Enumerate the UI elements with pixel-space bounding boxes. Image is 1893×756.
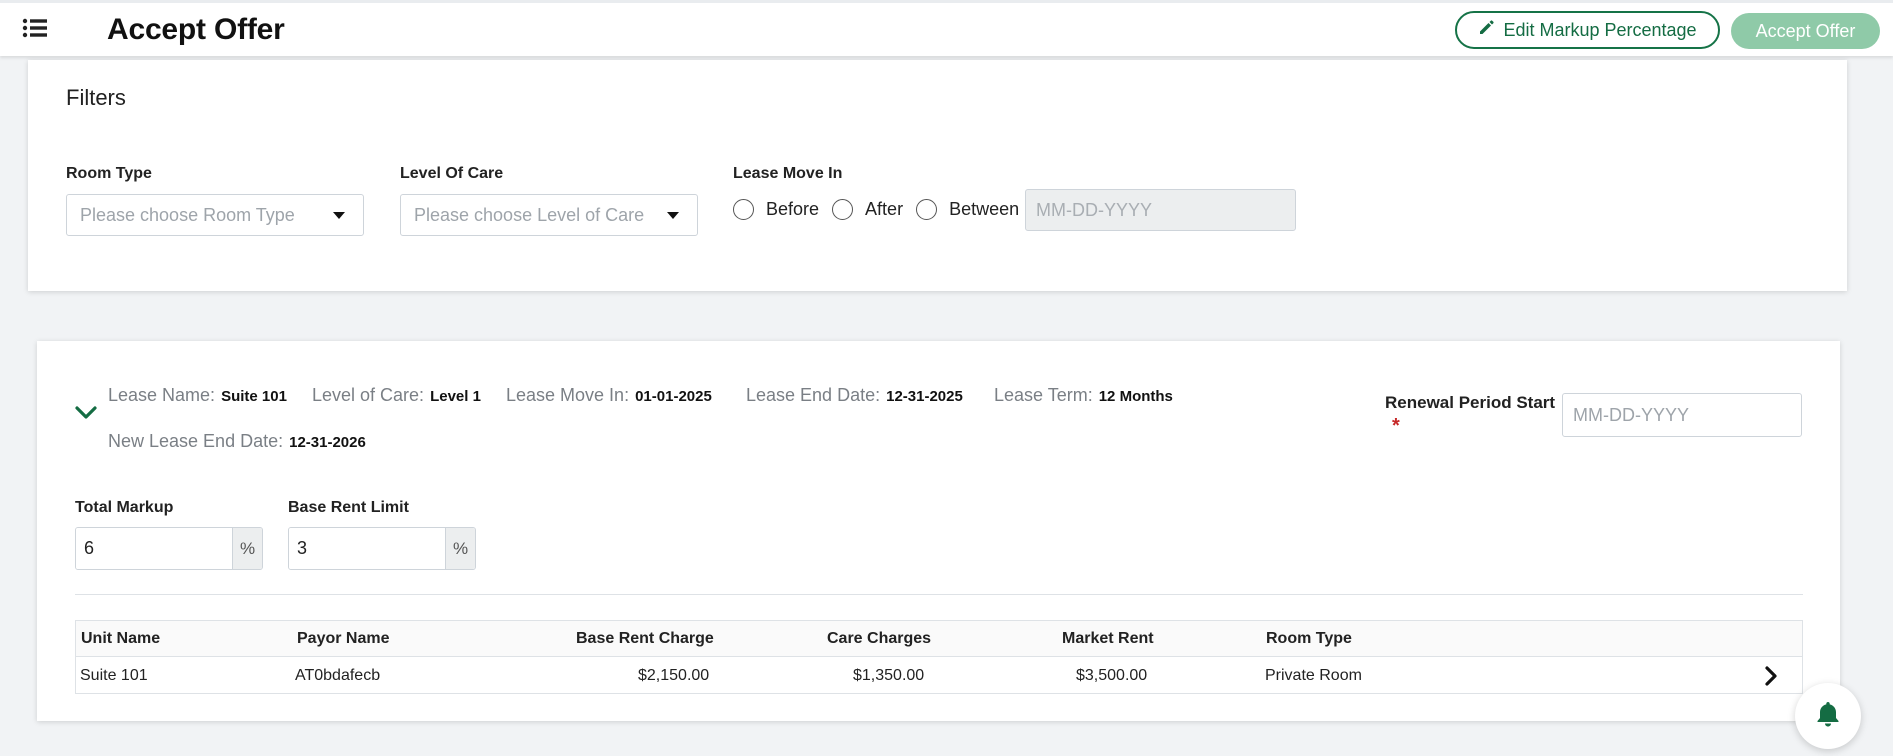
caret-down-icon	[667, 212, 679, 219]
divider	[75, 594, 1803, 595]
room-type-label: Room Type	[66, 165, 152, 182]
list-icon[interactable]	[22, 17, 48, 39]
base-rent-limit-label: Base Rent Limit	[288, 499, 409, 516]
required-mark: *	[1392, 415, 1400, 437]
lease-move-in-label: Lease Move In	[733, 165, 843, 182]
col-base-rent-charge: Base Rent Charge	[576, 630, 714, 647]
filters-panel: Filters Room Type Please choose Room Typ…	[28, 60, 1847, 291]
lease-name-field: Lease Name: Suite 101	[108, 385, 287, 405]
lease-term-field: Lease Term: 12 Months	[994, 385, 1173, 405]
level-of-care-field: Level of Care: Level 1	[312, 385, 481, 405]
lease-end-date-field: Lease End Date: 12-31-2025	[746, 385, 963, 405]
renewal-period-start-placeholder: MM-DD-YYYY	[1573, 404, 1689, 425]
lease-move-in-field: Lease Move In: 01-01-2025	[506, 385, 712, 405]
radio-before-label: Before	[766, 199, 820, 219]
percent-addon: %	[232, 528, 262, 569]
level-of-care-placeholder: Please choose Level of Care	[414, 204, 645, 225]
radio-between-label: Between	[949, 199, 1020, 219]
room-type-select[interactable]: Please choose Room Type	[66, 194, 364, 236]
cell-payor-name: AT0bdafecb	[295, 667, 381, 684]
cell-unit-name: Suite 101	[80, 667, 148, 684]
col-room-type: Room Type	[1266, 630, 1352, 647]
room-type-placeholder: Please choose Room Type	[80, 204, 295, 225]
edit-markup-label: Edit Markup Percentage	[1503, 19, 1697, 40]
page-title: Accept Offer	[107, 13, 285, 46]
move-in-date-input[interactable]: MM-DD-YYYY	[1025, 189, 1296, 231]
col-market-rent: Market Rent	[1062, 630, 1154, 647]
caret-down-icon	[333, 212, 345, 219]
table-row[interactable]: Suite 101 AT0bdafecb $2,150.00 $1,350.00…	[76, 657, 1802, 694]
radio-after[interactable]	[832, 199, 854, 220]
lease-card: Lease Name: Suite 101 Level of Care: Lev…	[37, 341, 1840, 721]
move-in-date-placeholder: MM-DD-YYYY	[1036, 199, 1152, 220]
cell-market-rent: $3,500.00	[1076, 667, 1148, 684]
total-markup-input[interactable]: 6 %	[75, 527, 263, 570]
col-unit-name: Unit Name	[81, 630, 161, 647]
notifications-button[interactable]	[1795, 683, 1861, 749]
radio-before[interactable]	[733, 199, 754, 220]
total-markup-label: Total Markup	[75, 499, 174, 516]
radio-between[interactable]	[916, 199, 938, 220]
level-of-care-label: Level Of Care	[400, 165, 504, 182]
cell-base-rent-charge: $2,150.00	[638, 667, 710, 684]
radio-after-label: After	[865, 199, 904, 219]
top-bar: Accept Offer Edit Markup Percentage Acce…	[0, 0, 1893, 56]
table-header: Unit Name Payor Name Base Rent Charge Ca…	[76, 621, 1802, 657]
new-lease-end-date-field: New Lease End Date: 12-31-2026	[108, 431, 366, 451]
percent-addon: %	[445, 528, 475, 569]
chevron-down-icon[interactable]	[75, 405, 97, 421]
lease-units-table: Unit Name Payor Name Base Rent Charge Ca…	[75, 620, 1803, 694]
level-of-care-select[interactable]: Please choose Level of Care	[400, 194, 698, 236]
lease-move-in-options: Before After Between	[733, 199, 1032, 220]
cell-care-charges: $1,350.00	[853, 667, 925, 684]
filters-title: Filters	[66, 85, 126, 110]
col-care-charges: Care Charges	[827, 630, 932, 647]
col-payor-name: Payor Name	[297, 630, 390, 647]
renewal-period-start-input[interactable]: MM-DD-YYYY	[1562, 393, 1802, 437]
bell-icon	[1815, 700, 1841, 733]
accept-offer-button[interactable]: Accept Offer	[1731, 13, 1880, 49]
renewal-period-start-label: Renewal Period Start	[1385, 393, 1556, 412]
base-rent-limit-input[interactable]: 3 %	[288, 527, 476, 570]
pencil-icon	[1478, 19, 1495, 41]
total-markup-value: 6	[76, 528, 232, 569]
base-rent-limit-value: 3	[289, 528, 445, 569]
cell-room-type: Private Room	[1265, 667, 1362, 684]
edit-markup-percentage-button[interactable]: Edit Markup Percentage	[1455, 11, 1720, 49]
chevron-right-icon[interactable]	[1764, 665, 1778, 687]
